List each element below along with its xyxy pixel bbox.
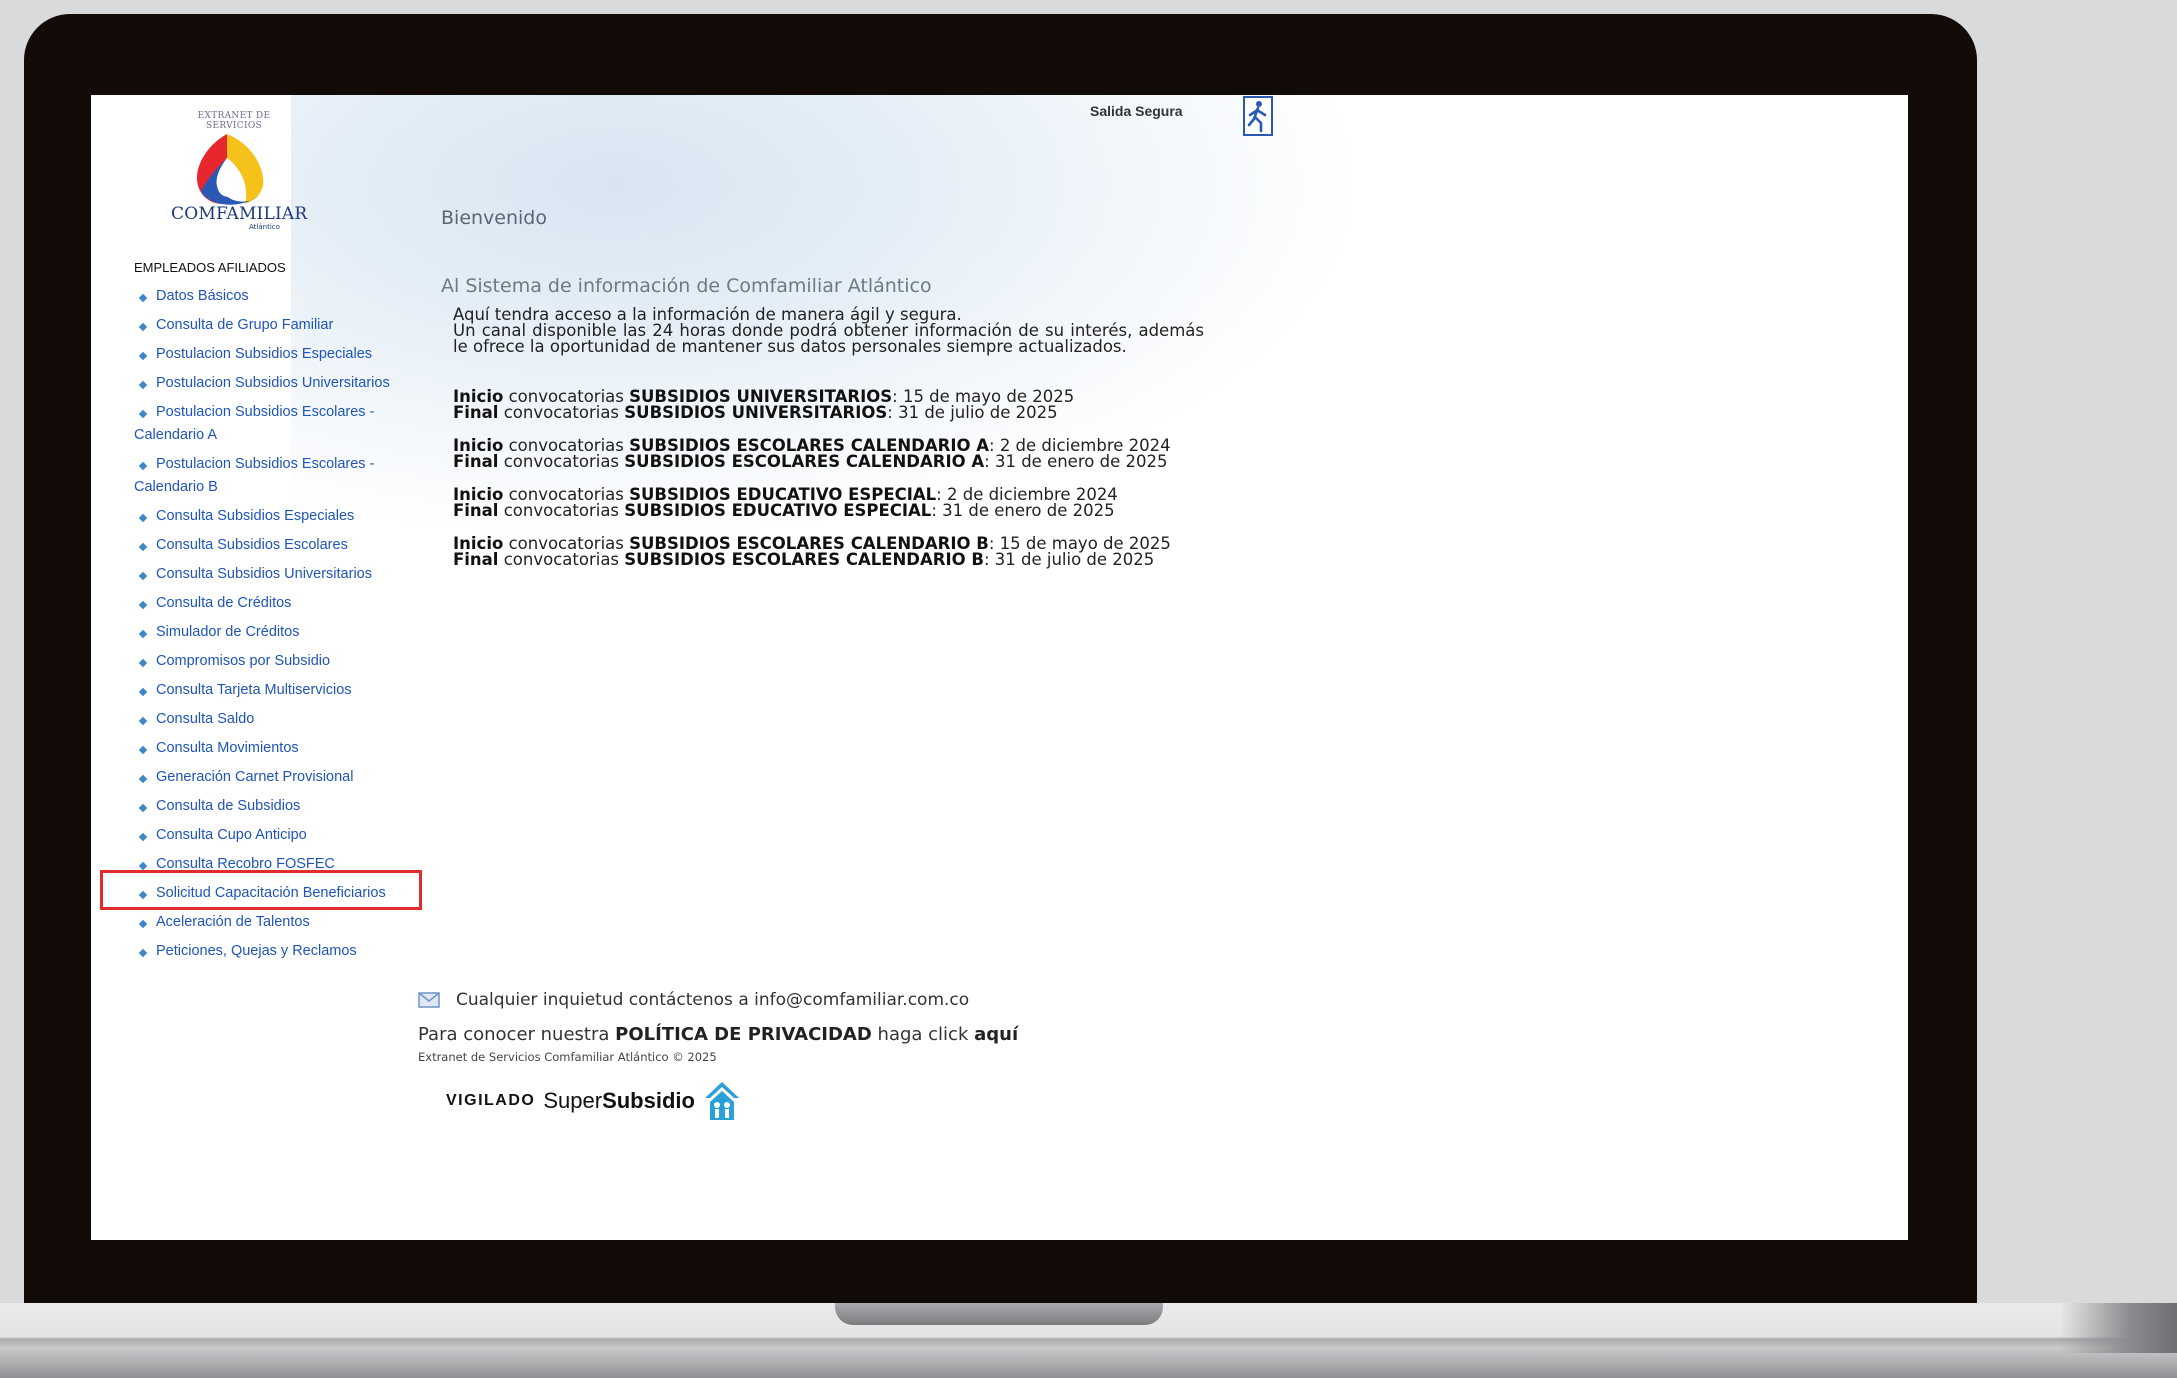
- diamond-bullet-icon: [138, 293, 148, 303]
- sidebar-item-consulta-creditos[interactable]: Consulta de Créditos: [134, 592, 424, 615]
- diamond-bullet-icon: [138, 351, 148, 361]
- diamond-bullet-icon: [138, 600, 148, 610]
- sidebar-item-postulacion-escolares-a[interactable]: Postulacion Subsidios Escolares - Calend…: [134, 401, 424, 447]
- sidebar-item-consulta-especiales[interactable]: Consulta Subsidios Especiales: [134, 505, 424, 528]
- page-subtitle: Al Sistema de información de Comfamiliar…: [441, 275, 932, 297]
- exit-runner-icon[interactable]: [1241, 95, 1275, 137]
- diamond-bullet-icon: [138, 861, 148, 871]
- sidebar-item-compromisos-subsidio[interactable]: Compromisos por Subsidio: [134, 650, 424, 673]
- sidebar-item-consulta-escolares[interactable]: Consulta Subsidios Escolares: [134, 534, 424, 557]
- sidebar-item-aceleracion-talentos[interactable]: Aceleración de Talentos: [134, 911, 424, 934]
- diamond-bullet-icon: [138, 919, 148, 929]
- laptop-base-shadow: [2060, 1303, 2177, 1353]
- supersubsidio-label: SuperSubsidio: [543, 1088, 695, 1113]
- diamond-bullet-icon: [138, 774, 148, 784]
- welcome-title: Bienvenido: [441, 207, 547, 229]
- sidebar-item-consulta-universitarios[interactable]: Consulta Subsidios Universitarios: [134, 563, 424, 586]
- sidebar-item-cupo-anticipo[interactable]: Consulta Cupo Anticipo: [134, 824, 424, 847]
- sidebar-item-carnet-provisional[interactable]: Generación Carnet Provisional: [134, 766, 424, 789]
- sidebar-item-pqr[interactable]: Peticiones, Quejas y Reclamos: [134, 940, 424, 963]
- browser-screen: EXTRANET DE SERVICIOS COMFAMILIAR Atlánt…: [91, 95, 1908, 1240]
- diamond-bullet-icon: [138, 380, 148, 390]
- diamond-bullet-icon: [138, 542, 148, 552]
- mail-icon: [418, 992, 440, 1008]
- diamond-bullet-icon: [138, 948, 148, 958]
- laptop-notch: [835, 1303, 1163, 1325]
- diamond-bullet-icon: [138, 803, 148, 813]
- brand-extranet-label: EXTRANET DE SERVICIOS: [197, 111, 271, 131]
- supersubsidio-logo: VIGILADO SuperSubsidio: [446, 1080, 741, 1122]
- brand-sub: Atlántico: [249, 223, 280, 231]
- sidebar-item-consulta-saldo[interactable]: Consulta Saldo: [134, 708, 424, 731]
- brand-name: COMFAMILIAR: [171, 204, 308, 224]
- sidebar-item-simulador-creditos[interactable]: Simulador de Créditos: [134, 621, 424, 644]
- sidebar-item-postulacion-especiales[interactable]: Postulacion Subsidios Especiales: [134, 343, 424, 366]
- privacy-link[interactable]: aquí: [974, 1024, 1018, 1045]
- call-item: Inicio convocatorias SUBSIDIOS UNIVERSIT…: [453, 387, 1075, 422]
- convocatorias-list: Inicio convocatorias SUBSIDIOS UNIVERSIT…: [453, 387, 1253, 585]
- intro-text: Aquí tendra acceso a la información de m…: [453, 306, 1204, 356]
- supersubsidio-house-icon: [704, 1082, 739, 1120]
- sidebar-item-tarjeta-multiservicios[interactable]: Consulta Tarjeta Multiservicios: [134, 679, 424, 702]
- contact-text[interactable]: Cualquier inquietud contáctenos a info@c…: [456, 990, 969, 1010]
- sidebar-item-postulacion-universitarios[interactable]: Postulacion Subsidios Universitarios: [134, 372, 424, 395]
- diamond-bullet-icon: [138, 745, 148, 755]
- contact-row: Cualquier inquietud contáctenos a info@c…: [418, 990, 969, 1010]
- diamond-bullet-icon: [138, 629, 148, 639]
- call-item: Inicio convocatorias SUBSIDIOS ESCOLARES…: [453, 436, 1171, 471]
- privacy-line: Para conocer nuestra POLÍTICA DE PRIVACI…: [418, 1024, 1019, 1045]
- menu-heading: EMPLEADOS AFILIADOS: [134, 260, 286, 275]
- sidebar-item-grupo-familiar[interactable]: Consulta de Grupo Familiar: [134, 314, 424, 337]
- diamond-bullet-icon: [138, 687, 148, 697]
- call-item: Inicio convocatorias SUBSIDIOS EDUCATIVO…: [453, 485, 1118, 520]
- sidebar-item-consulta-subsidios[interactable]: Consulta de Subsidios: [134, 795, 424, 818]
- call-item: Inicio convocatorias SUBSIDIOS ESCOLARES…: [453, 534, 1171, 569]
- diamond-bullet-icon: [138, 832, 148, 842]
- diamond-bullet-icon: [138, 658, 148, 668]
- diamond-bullet-icon: [138, 716, 148, 726]
- sidebar-menu: Datos Básicos Consulta de Grupo Familiar…: [134, 285, 424, 969]
- sidebar-item-postulacion-escolares-b[interactable]: Postulacion Subsidios Escolares - Calend…: [134, 453, 424, 499]
- diamond-bullet-icon: [138, 571, 148, 581]
- diamond-bullet-icon: [138, 513, 148, 523]
- copyright-text: Extranet de Servicios Comfamiliar Atlánt…: [418, 1050, 717, 1064]
- comfamiliar-logo-icon: [197, 134, 264, 205]
- logout-link[interactable]: Salida Segura: [1090, 103, 1183, 119]
- intro-line-2: Un canal disponible las 24 horas donde p…: [453, 321, 1204, 356]
- diamond-bullet-icon: [138, 322, 148, 332]
- highlight-box: [100, 870, 422, 910]
- sidebar-item-datos-basicos[interactable]: Datos Básicos: [134, 285, 424, 308]
- sidebar-item-consulta-movimientos[interactable]: Consulta Movimientos: [134, 737, 424, 760]
- vigilado-label: VIGILADO: [446, 1092, 536, 1109]
